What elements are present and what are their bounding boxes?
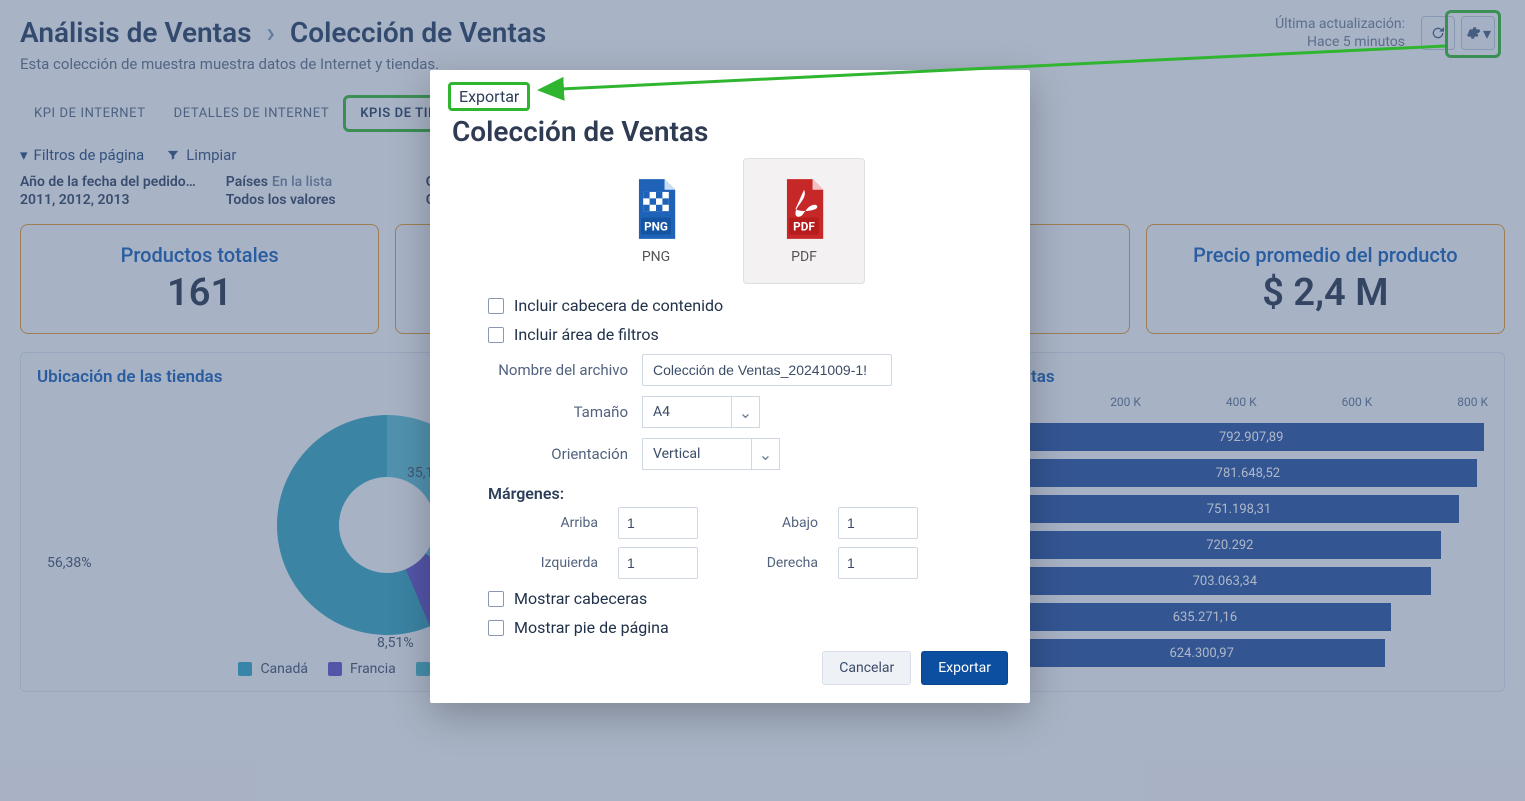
- cancel-button[interactable]: Cancelar: [822, 651, 911, 685]
- margin-right-label: Derecha: [718, 555, 818, 571]
- size-select[interactable]: A4 ⌄: [642, 396, 760, 428]
- checkbox-icon: [488, 327, 504, 343]
- margin-left-input[interactable]: [618, 547, 698, 579]
- filename-input[interactable]: [642, 354, 892, 386]
- orientation-select[interactable]: Vertical ⌄: [642, 438, 780, 470]
- margin-right-input[interactable]: [838, 547, 918, 579]
- export-menu-item-highlight[interactable]: Exportar: [448, 82, 530, 111]
- checkbox-include-header[interactable]: Incluir cabecera de contenido: [488, 296, 1008, 315]
- svg-text:PNG: PNG: [644, 219, 668, 233]
- margin-top-label: Arriba: [488, 515, 598, 531]
- margin-bottom-input[interactable]: [838, 507, 918, 539]
- export-button[interactable]: Exportar: [921, 651, 1008, 685]
- margins-title: Márgenes:: [488, 484, 1008, 503]
- checkbox-icon: [488, 620, 504, 636]
- modal-title: Colección de Ventas: [452, 115, 1008, 148]
- checkbox-icon: [488, 298, 504, 314]
- margin-left-label: Izquierda: [488, 555, 598, 571]
- format-option-pdf[interactable]: PDF PDF: [743, 158, 865, 284]
- format-caption: PDF: [791, 249, 817, 265]
- svg-text:PDF: PDF: [793, 219, 815, 233]
- checkbox-show-headers[interactable]: Mostrar cabeceras: [488, 589, 1008, 608]
- margin-bottom-label: Abajo: [718, 515, 818, 531]
- format-caption: PNG: [642, 249, 670, 265]
- checkbox-show-footer[interactable]: Mostrar pie de página: [488, 618, 1008, 637]
- checkbox-include-filters[interactable]: Incluir área de filtros: [488, 325, 1008, 344]
- margin-top-input[interactable]: [618, 507, 698, 539]
- png-file-icon: PNG: [630, 177, 682, 241]
- filename-label: Nombre del archivo: [452, 361, 642, 379]
- export-modal: Exportar Colección de Ventas PNG PNG PDF…: [430, 70, 1030, 703]
- chevron-down-icon: ⌄: [759, 445, 772, 464]
- format-option-png[interactable]: PNG PNG: [595, 158, 717, 284]
- chevron-down-icon: ⌄: [739, 403, 752, 422]
- pdf-file-icon: PDF: [778, 177, 830, 241]
- orientation-label: Orientación: [452, 445, 642, 463]
- checkbox-icon: [488, 591, 504, 607]
- size-label: Tamaño: [452, 403, 642, 421]
